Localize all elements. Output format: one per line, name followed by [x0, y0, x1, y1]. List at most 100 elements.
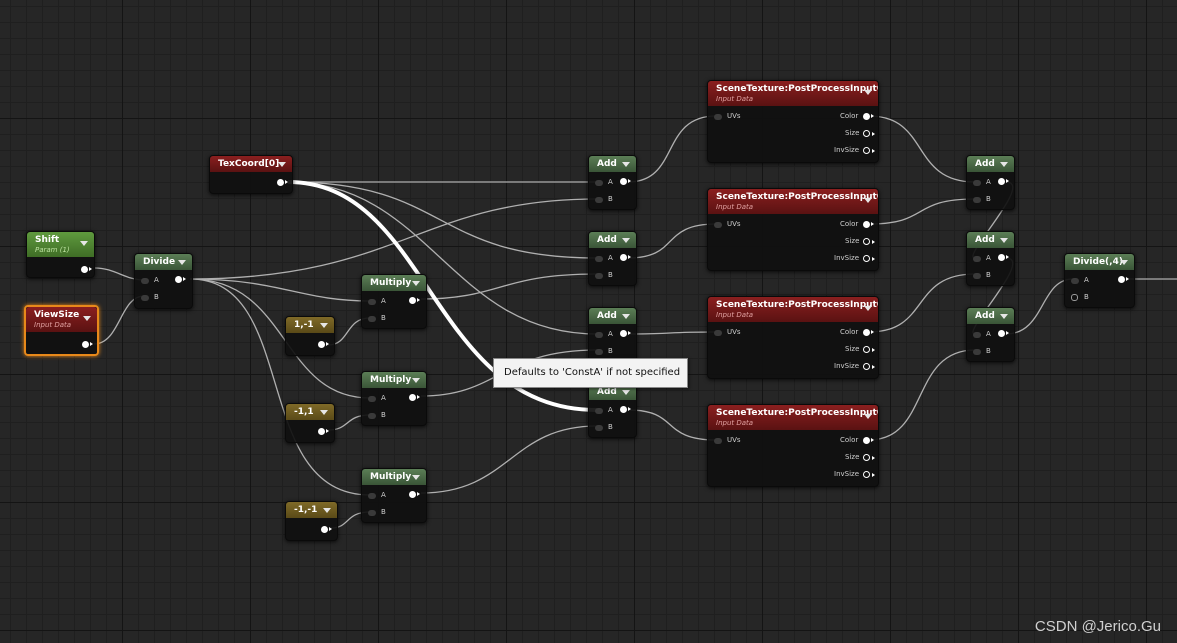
chevron-down-icon[interactable] [320, 410, 328, 415]
chevron-down-icon[interactable] [320, 323, 328, 328]
divide-const-node[interactable]: Divide(,4) A B [1064, 253, 1135, 308]
chevron-down-icon[interactable] [1000, 238, 1008, 243]
output-pin[interactable] [620, 406, 631, 413]
input-pin-b[interactable] [973, 197, 981, 203]
input-pin-a[interactable] [973, 256, 981, 262]
output-pin[interactable] [175, 276, 186, 283]
output-pin[interactable] [620, 178, 631, 185]
input-pin-b[interactable] [595, 349, 603, 355]
scenetexture-node[interactable]: SceneTexture:PostProcessInput0 Input Data… [707, 296, 879, 379]
scenetexture-node[interactable]: SceneTexture:PostProcessInput0 Input Data… [707, 80, 879, 163]
output-pin-size[interactable] [863, 346, 875, 353]
input-pin-a[interactable] [595, 256, 603, 262]
input-pin-a[interactable] [973, 180, 981, 186]
input-pin-b[interactable] [595, 197, 603, 203]
multiply-node[interactable]: Multiply A B [361, 371, 427, 426]
chevron-down-icon[interactable] [864, 306, 872, 311]
input-pin-uvs[interactable] [714, 438, 722, 444]
scenetexture-node[interactable]: SceneTexture:PostProcessInput0 Input Data… [707, 404, 879, 487]
viewsize-input-node[interactable]: ViewSize Input Data [24, 305, 99, 356]
output-pin[interactable] [321, 526, 332, 533]
chevron-down-icon[interactable] [622, 162, 630, 167]
chevron-down-icon[interactable] [864, 414, 872, 419]
output-pin[interactable] [409, 491, 420, 498]
output-pin[interactable] [620, 254, 631, 261]
input-pin-a[interactable] [368, 299, 376, 305]
input-pin-b[interactable] [368, 510, 376, 516]
constant-node[interactable]: -1,1 [285, 403, 335, 443]
chevron-down-icon[interactable] [80, 241, 88, 246]
input-pin-a[interactable] [595, 332, 603, 338]
constant-node[interactable]: 1,-1 [285, 316, 335, 356]
chevron-down-icon[interactable] [864, 198, 872, 203]
output-pin-color[interactable] [863, 437, 874, 444]
output-pin-size[interactable] [863, 238, 875, 245]
output-pin-invsize[interactable] [863, 255, 875, 262]
add-node[interactable]: Add A B [588, 307, 637, 362]
add-node[interactable]: Add A B [588, 383, 637, 438]
output-pin-size[interactable] [863, 454, 875, 461]
input-pin-uvs[interactable] [714, 222, 722, 228]
chevron-down-icon[interactable] [412, 475, 420, 480]
output-pin[interactable] [81, 266, 92, 273]
input-pin-a[interactable] [595, 408, 603, 414]
chevron-down-icon[interactable] [864, 90, 872, 95]
chevron-down-icon[interactable] [412, 378, 420, 383]
add-node[interactable]: Add A B [588, 155, 637, 210]
output-pin-invsize[interactable] [863, 363, 875, 370]
output-pin[interactable] [998, 178, 1009, 185]
input-pin-b[interactable] [595, 425, 603, 431]
add-node[interactable]: Add A B [588, 231, 637, 286]
output-pin[interactable] [409, 297, 420, 304]
chevron-down-icon[interactable] [622, 390, 630, 395]
chevron-down-icon[interactable] [323, 508, 331, 513]
chevron-down-icon[interactable] [1120, 260, 1128, 265]
input-pin-b[interactable] [141, 295, 149, 301]
shift-param-node[interactable]: Shift Param (1) [26, 231, 95, 278]
output-pin[interactable] [318, 428, 329, 435]
input-pin-uvs[interactable] [714, 330, 722, 336]
output-pin[interactable] [409, 394, 420, 401]
output-pin-color[interactable] [863, 329, 874, 336]
input-pin-uvs[interactable] [714, 114, 722, 120]
output-pin[interactable] [1118, 276, 1129, 283]
chevron-down-icon[interactable] [1000, 162, 1008, 167]
divide-node[interactable]: Divide A B [134, 253, 193, 309]
input-pin-b[interactable] [595, 273, 603, 279]
input-pin-a[interactable] [1071, 278, 1079, 284]
input-pin-b[interactable] [368, 413, 376, 419]
input-pin-b[interactable] [1071, 294, 1078, 301]
input-pin-a[interactable] [368, 396, 376, 402]
chevron-down-icon[interactable] [278, 162, 286, 167]
input-pin-a[interactable] [973, 332, 981, 338]
chevron-down-icon[interactable] [178, 260, 186, 265]
chevron-down-icon[interactable] [1000, 314, 1008, 319]
output-pin[interactable] [998, 330, 1009, 337]
add-node[interactable]: Add A B [966, 307, 1015, 362]
multiply-node[interactable]: Multiply A B [361, 274, 427, 329]
chevron-down-icon[interactable] [622, 238, 630, 243]
output-pin-color[interactable] [863, 221, 874, 228]
chevron-down-icon[interactable] [412, 281, 420, 286]
output-pin-size[interactable] [863, 130, 875, 137]
output-pin-invsize[interactable] [863, 147, 875, 154]
chevron-down-icon[interactable] [622, 314, 630, 319]
output-pin[interactable] [998, 254, 1009, 261]
add-node[interactable]: Add A B [966, 231, 1015, 286]
input-pin-a[interactable] [368, 493, 376, 499]
output-pin-invsize[interactable] [863, 471, 875, 478]
input-pin-a[interactable] [141, 278, 149, 284]
input-pin-b[interactable] [973, 273, 981, 279]
output-pin[interactable] [82, 341, 93, 348]
constant-node[interactable]: -1,-1 [285, 501, 338, 541]
output-pin[interactable] [620, 330, 631, 337]
multiply-node[interactable]: Multiply A B [361, 468, 427, 523]
input-pin-b[interactable] [368, 316, 376, 322]
output-pin[interactable] [318, 341, 329, 348]
chevron-down-icon[interactable] [83, 316, 91, 321]
output-pin[interactable] [277, 179, 288, 186]
add-node[interactable]: Add A B [966, 155, 1015, 210]
output-pin-color[interactable] [863, 113, 874, 120]
input-pin-b[interactable] [973, 349, 981, 355]
scenetexture-node[interactable]: SceneTexture:PostProcessInput0 Input Data… [707, 188, 879, 271]
